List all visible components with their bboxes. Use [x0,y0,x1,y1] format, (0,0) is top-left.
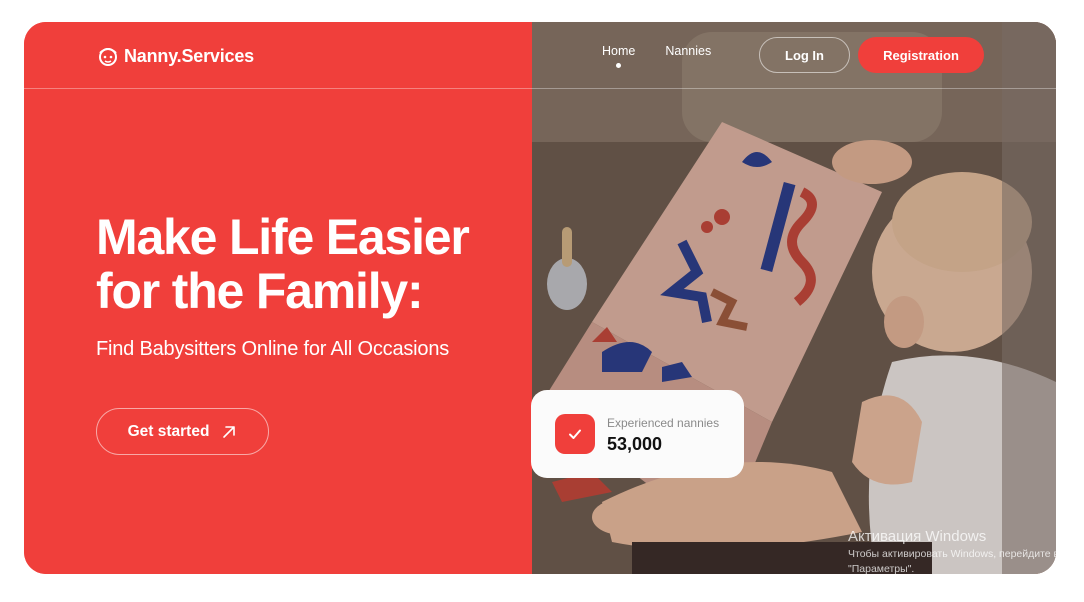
windows-activation-line-2: "Параметры". [848,563,915,575]
hero-subtitle: Find Babysitters Online for All Occasion… [96,338,450,360]
stat-value: 53,000 [607,434,663,454]
get-started-label: Get started [127,422,210,440]
check-icon [569,429,581,439]
brand-name: Nanny.Services [124,45,254,66]
nav-home[interactable]: Home [602,44,635,68]
check-badge [555,414,595,454]
arrow-up-right-icon [223,425,236,438]
header-divider [24,88,1056,89]
login-button[interactable]: Log In [759,37,850,73]
windows-activation-line-1: Чтобы активировать Windows, перейдите в [848,548,1060,560]
stat-card: Experienced nannies 53,000 [531,390,744,478]
hero-title-line-1: Make Life Easier [96,209,470,265]
hero-title: Make Life Easier for the Family: [96,210,516,318]
photo-overlay [532,22,1056,574]
windows-activation-watermark: Активация Windows Чтобы активировать Win… [848,528,1059,577]
logo[interactable]: Nanny.Services [96,44,254,68]
hero-photo [532,22,1056,574]
nav-nannies[interactable]: Nannies [665,44,711,58]
main-nav: Home Nannies [602,44,741,68]
registration-button[interactable]: Registration [858,37,984,73]
hero-card: Nanny.Services Home Nannies Log In Regis… [24,22,1056,574]
nanny-logo-icon [99,48,117,66]
stat-label: Experienced nannies [607,416,720,430]
windows-activation-title: Активация Windows [848,528,987,545]
get-started-button[interactable]: Get started [96,408,269,455]
hero-title-line-2: for the Family: [96,263,424,319]
